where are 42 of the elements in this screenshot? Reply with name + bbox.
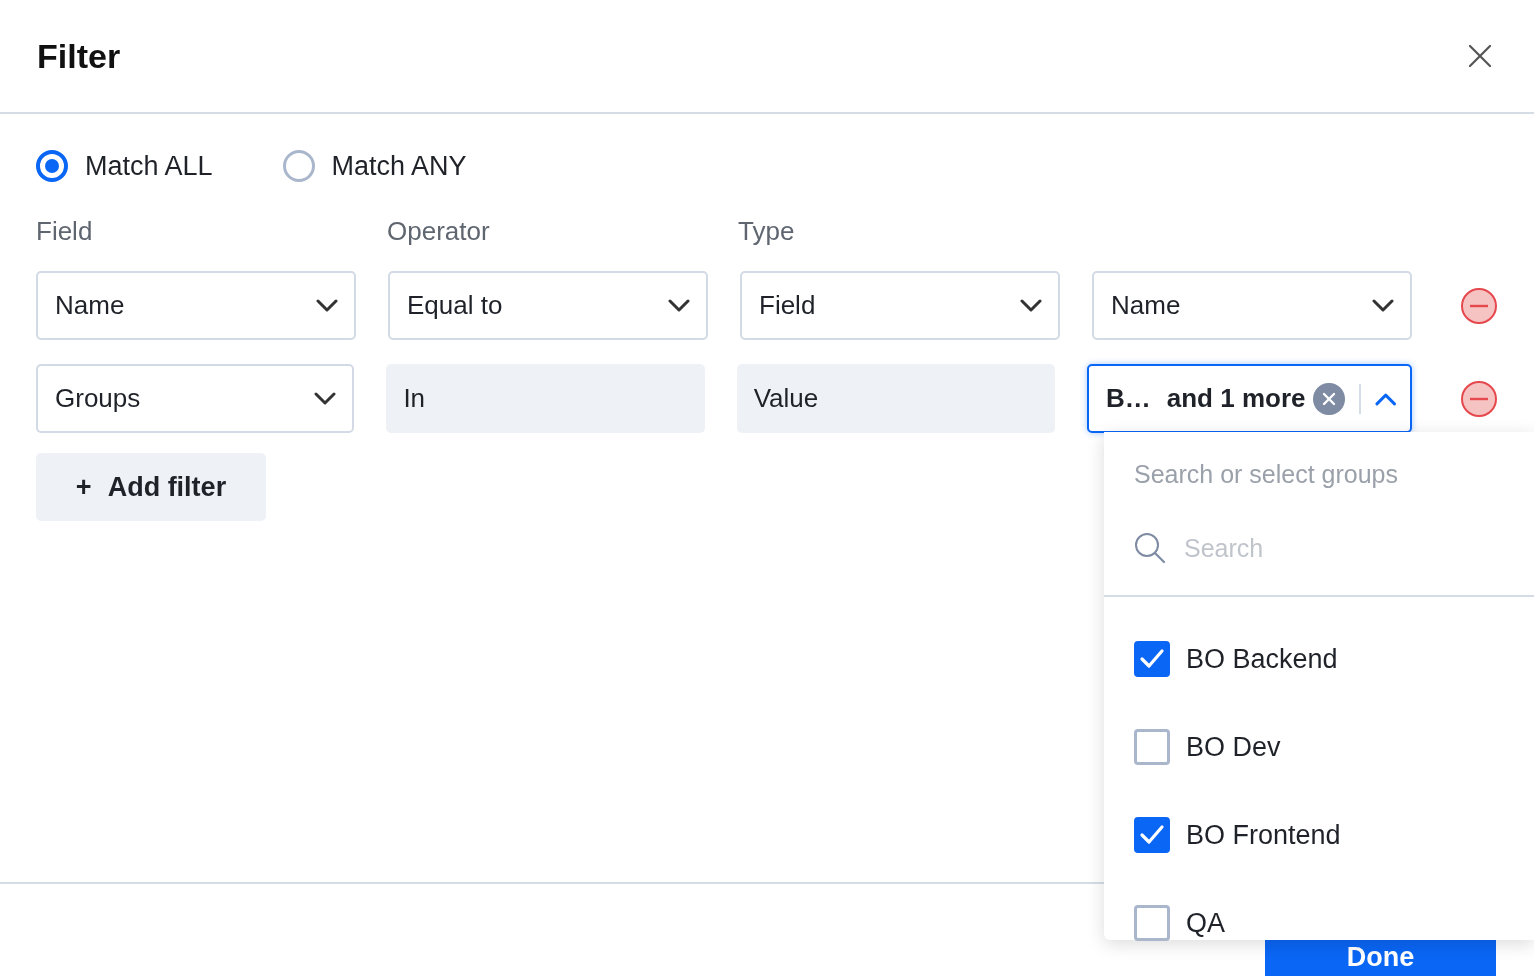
add-filter-button[interactable]: + Add filter (36, 453, 266, 521)
checkbox[interactable] (1134, 905, 1170, 941)
plus-icon: + (75, 471, 92, 503)
dropdown-select[interactable]: Groups (36, 364, 355, 433)
readonly-field: Value (736, 364, 1055, 433)
dropdown-select[interactable]: Equal to (388, 271, 708, 340)
column-label: Field (36, 216, 94, 247)
readonly-field: In (386, 364, 705, 433)
checkmark-icon (1139, 824, 1165, 846)
column-label: Type (738, 216, 796, 247)
chevron-icon (314, 391, 337, 406)
close-icon[interactable] (1467, 43, 1493, 69)
chevron-icon (316, 298, 338, 313)
option-label[interactable]: BO Frontend (1186, 819, 1341, 851)
chevron-icon (1020, 298, 1042, 313)
menu-heading: Search or select groups (1133, 459, 1400, 489)
checkmark-icon (1139, 648, 1165, 670)
column-label: Operator (387, 216, 491, 247)
checkbox[interactable] (1134, 817, 1170, 853)
radio-option[interactable]: Match ANY (282, 150, 467, 182)
multi-select[interactable]: B… and 1 more (1087, 364, 1412, 433)
checkbox[interactable] (1134, 641, 1170, 677)
clear-button[interactable] (1313, 382, 1345, 415)
remove-icon[interactable] (1460, 379, 1498, 418)
checkbox[interactable] (1134, 729, 1170, 765)
radio-option[interactable]: Match ALL (36, 150, 213, 182)
option-label[interactable]: BO Backend (1186, 643, 1338, 675)
clear-icon (1322, 391, 1337, 406)
dialog-title: Filter (37, 36, 121, 76)
dropdown-select[interactable]: Name (1092, 271, 1412, 340)
option-label[interactable]: QA (1186, 907, 1225, 939)
selected-value-text: B… (1106, 383, 1151, 414)
search-icon (1134, 532, 1166, 564)
chevron-icon (1374, 391, 1396, 406)
remove-icon[interactable] (1460, 286, 1498, 325)
more-count: and 1 more (1166, 383, 1306, 414)
search-field[interactable]: Search (1182, 532, 1486, 564)
option-label[interactable]: BO Dev (1186, 731, 1281, 763)
dropdown-select[interactable]: Name (36, 271, 356, 340)
chevron-icon (668, 298, 690, 313)
chevron-icon (1372, 298, 1394, 313)
dropdown-select[interactable]: Field (740, 271, 1060, 340)
